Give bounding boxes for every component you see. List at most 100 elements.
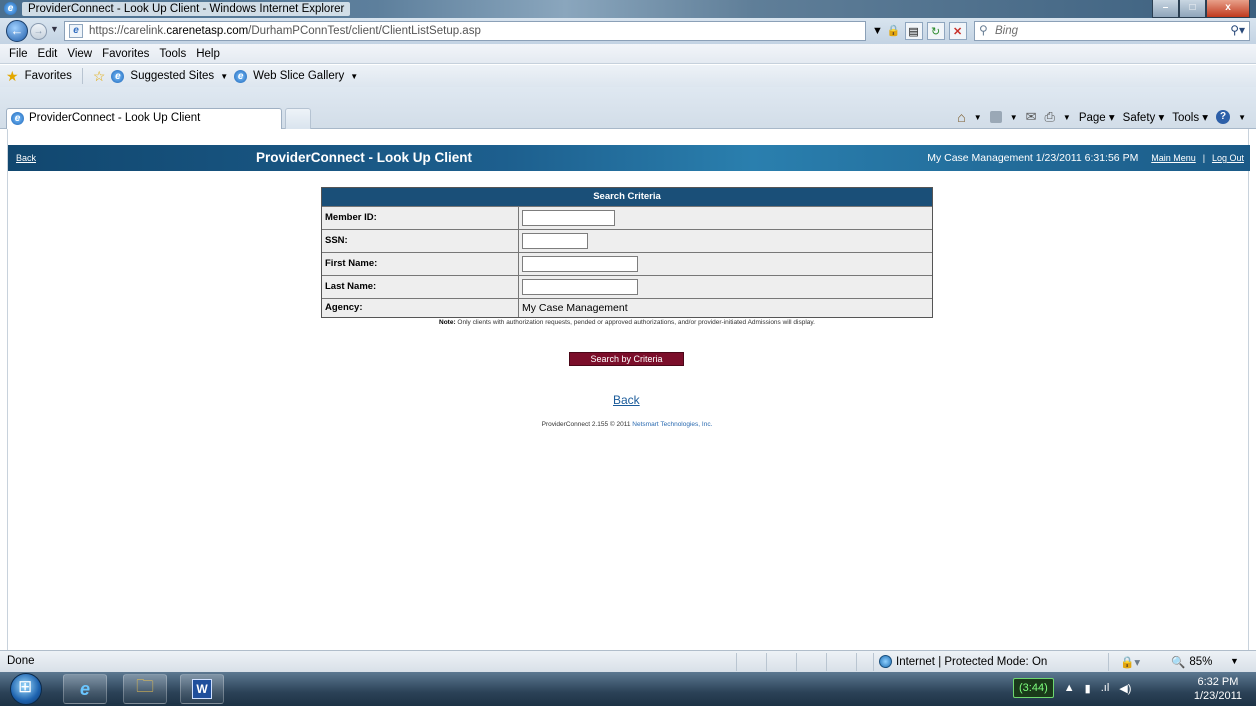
feeds-icon[interactable] xyxy=(989,111,1002,123)
history-dropdown-icon[interactable]: ▼ xyxy=(50,24,59,34)
web-slice-gallery-link[interactable]: Web Slice Gallery xyxy=(253,70,344,82)
command-bar: ⌂ ▼ ▼ ✉ ⎙ ▼ Page ▾ Safety ▾ Tools ▾ ? ▼ xyxy=(957,106,1246,128)
table-row: SSN: xyxy=(322,229,932,252)
ie-logo-icon: e xyxy=(4,2,17,15)
mail-icon[interactable]: ✉ xyxy=(1026,109,1037,125)
navigation-bar: ← → ▼ e https://carelink.carenetasp.com/… xyxy=(0,18,1256,44)
note-text: Only clients with authorization requests… xyxy=(457,319,815,326)
close-button[interactable]: x xyxy=(1206,0,1250,18)
add-favorite-icon[interactable]: ☆ xyxy=(93,68,106,85)
chevron-down-icon[interactable]: ▼ xyxy=(1238,113,1246,122)
security-zone[interactable]: Internet | Protected Mode: On xyxy=(879,655,1047,668)
zoom-dropdown-icon[interactable]: ▼ xyxy=(1230,656,1239,666)
refresh-icon[interactable]: ↻ xyxy=(926,22,945,40)
tab-ie-icon: e xyxy=(11,112,24,125)
page-icon: e xyxy=(69,24,83,38)
globe-icon xyxy=(879,655,892,668)
search-by-criteria-button[interactable]: Search by Criteria xyxy=(569,352,684,366)
netsmart-link[interactable]: Netsmart Technologies, Inc. xyxy=(632,421,712,428)
menu-tools[interactable]: Tools xyxy=(154,44,191,63)
first-name-field[interactable] xyxy=(522,256,638,272)
search-criteria-table: Search Criteria Member ID: SSN: First Na… xyxy=(321,187,933,318)
menu-view[interactable]: View xyxy=(62,44,97,63)
back-arrow-icon[interactable]: ← xyxy=(6,20,28,42)
last-name-field[interactable] xyxy=(522,279,638,295)
taskbar-ie-icon[interactable]: e xyxy=(63,674,107,704)
zoom-icon: 🔍 xyxy=(1171,657,1186,669)
favorites-star-icon[interactable]: ★ xyxy=(6,68,19,85)
suggested-sites-link[interactable]: Suggested Sites xyxy=(130,70,214,82)
address-bar[interactable]: e https://carelink.carenetasp.com/Durham… xyxy=(64,21,866,41)
stop-icon[interactable]: ✕ xyxy=(948,22,967,40)
clock[interactable]: 6:32 PM 1/23/2011 xyxy=(1194,675,1242,703)
compatibility-icon[interactable]: ▤ xyxy=(904,22,923,40)
search-box[interactable]: ⚲ Bing ⚲▾ xyxy=(974,21,1250,41)
note-prefix: Note: xyxy=(439,319,456,326)
chevron-down-icon[interactable]: ▼ xyxy=(974,113,982,122)
lock-icon[interactable]: 🔒 xyxy=(887,22,901,40)
ie-site-icon: e xyxy=(111,69,125,83)
first-name-label: First Name: xyxy=(322,253,519,275)
page-title: ProviderConnect - Look Up Client xyxy=(256,150,473,165)
new-tab-button[interactable] xyxy=(285,108,311,129)
maximize-button[interactable]: □ xyxy=(1179,0,1206,18)
forward-arrow-icon[interactable]: → xyxy=(30,23,47,40)
tools-menu[interactable]: Tools ▾ xyxy=(1172,110,1208,124)
back-link[interactable]: Back xyxy=(613,393,640,407)
print-icon[interactable]: ⎙ xyxy=(1045,109,1055,125)
signal-icon[interactable]: .ıl xyxy=(1101,682,1110,694)
safety-menu[interactable]: Safety ▾ xyxy=(1123,110,1165,124)
status-divider xyxy=(856,653,857,671)
member-id-label: Member ID: xyxy=(322,207,519,229)
zoom-control[interactable]: 🔍 85% xyxy=(1171,655,1212,669)
chevron-down-icon[interactable]: ▼ xyxy=(1063,113,1071,122)
minimize-button[interactable]: – xyxy=(1152,0,1179,18)
table-row: First Name: xyxy=(322,252,932,275)
battery-indicator[interactable]: (3:44) xyxy=(1013,678,1054,698)
agency-label: Agency: xyxy=(322,299,519,317)
window-titlebar: e ProviderConnect - Look Up Client - Win… xyxy=(0,0,1256,18)
main-menu-link[interactable]: Main Menu xyxy=(1151,153,1196,163)
tab-label: ProviderConnect - Look Up Client xyxy=(29,112,201,124)
log-out-link[interactable]: Log Out xyxy=(1212,153,1244,163)
search-icon[interactable]: ⚲▾ xyxy=(1230,23,1245,37)
chevron-down-icon[interactable]: ▼ xyxy=(350,72,358,81)
banner-separator: | xyxy=(1202,153,1206,163)
menu-favorites[interactable]: Favorites xyxy=(97,44,154,63)
address-tools: ▼ 🔒 ▤ ↻ ✕ xyxy=(872,21,967,41)
status-divider xyxy=(1108,653,1109,671)
chevron-down-icon[interactable]: ▼ xyxy=(1010,113,1018,122)
favorites-bar: ★ Favorites ☆ e Suggested Sites ▼ e Web … xyxy=(0,65,1256,87)
start-button[interactable] xyxy=(10,673,42,705)
menu-edit[interactable]: Edit xyxy=(33,44,63,63)
tray-expand-icon[interactable]: ▲ xyxy=(1064,682,1075,694)
search-provider-icon: ⚲ xyxy=(979,23,988,37)
favorites-button[interactable]: Favorites xyxy=(25,70,72,82)
page-menu[interactable]: Page ▾ xyxy=(1079,110,1115,124)
taskbar-explorer-icon[interactable]: 🗀 xyxy=(123,674,167,704)
member-id-field[interactable] xyxy=(522,210,615,226)
taskbar-word-icon[interactable]: W xyxy=(180,674,224,704)
tab-active[interactable]: e ProviderConnect - Look Up Client xyxy=(6,108,282,129)
menu-file[interactable]: File xyxy=(4,44,33,63)
window-title: ProviderConnect - Look Up Client - Windo… xyxy=(22,2,351,16)
volume-icon[interactable]: ◀) xyxy=(1119,682,1131,695)
address-dropdown-icon[interactable]: ▼ xyxy=(872,22,883,40)
clock-time: 6:32 PM xyxy=(1197,676,1239,688)
footer-text: ProviderConnect 2.155 © 2011 xyxy=(541,421,631,428)
search-criteria-header: Search Criteria xyxy=(322,188,932,206)
banner-back-link[interactable]: Back xyxy=(16,153,36,163)
popup-blocker-icon[interactable]: 🔒▾ xyxy=(1120,655,1140,669)
chevron-down-icon[interactable]: ▼ xyxy=(220,72,228,81)
favorites-separator xyxy=(81,68,83,84)
home-icon[interactable]: ⌂ xyxy=(957,109,965,125)
menu-help[interactable]: Help xyxy=(191,44,225,63)
status-divider xyxy=(736,653,737,671)
agency-value: My Case Management xyxy=(522,302,628,314)
ssn-field[interactable] xyxy=(522,233,588,249)
help-icon[interactable]: ? xyxy=(1216,110,1231,124)
battery-icon[interactable]: ▮ xyxy=(1085,682,1091,695)
zoom-level: 85% xyxy=(1189,656,1213,668)
address-url[interactable]: https://carelink.carenetasp.com/DurhamPC… xyxy=(89,25,481,37)
banner-right: My Case Management 1/23/2011 6:31:56 PM … xyxy=(927,152,1244,164)
